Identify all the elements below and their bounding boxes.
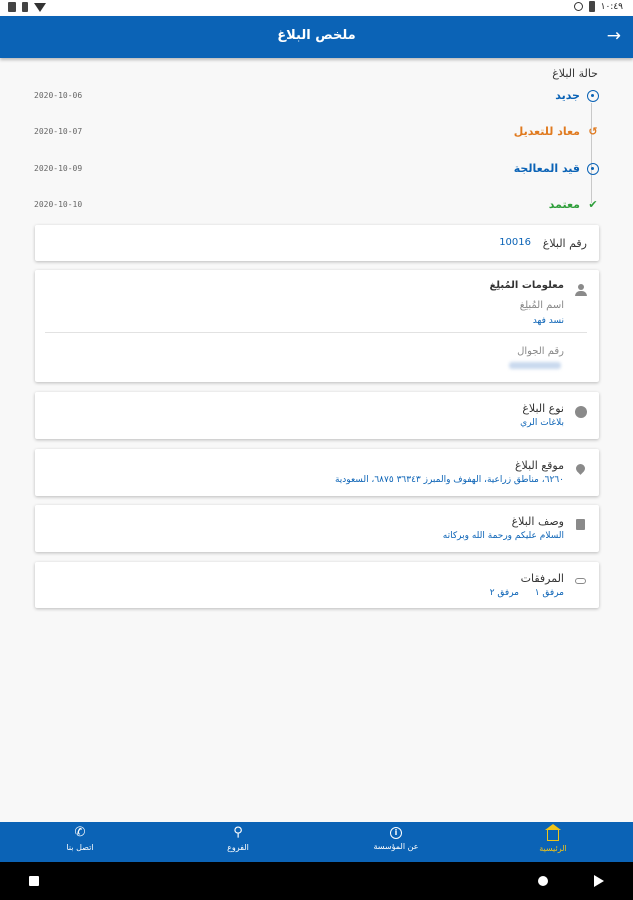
nav-about[interactable]: i عن المؤسسة xyxy=(356,826,436,851)
timeline-label: قيد المعالجة xyxy=(513,162,580,175)
reporter-name-value: نسد فهد xyxy=(532,316,564,326)
nav-branches[interactable]: ⚲ الفروع xyxy=(198,825,278,853)
undo-icon: ↺ xyxy=(588,125,598,138)
description-card: وصف البلاغ السلام عليكم ورحمة الله وبركا… xyxy=(35,505,599,552)
info-icon: i xyxy=(575,406,587,418)
report-type-card: i نوع البلاغ بلاغات الري xyxy=(35,392,599,439)
home-icon xyxy=(545,824,561,841)
recents-button[interactable] xyxy=(29,876,39,886)
timeline-date: 2020-10-10 xyxy=(34,200,83,209)
status-time: ١٠:٤٩ xyxy=(600,1,623,12)
notification-icon-2 xyxy=(22,2,28,12)
nav-contact[interactable]: ✆ اتصل بنا xyxy=(40,825,120,853)
paperclip-icon xyxy=(575,576,587,588)
document-icon xyxy=(575,519,587,531)
branches-icon: ⚲ xyxy=(233,825,243,840)
timeline-date: 2020-10-07 xyxy=(34,127,83,136)
report-number-label: رقم البلاغ xyxy=(542,237,587,250)
divider xyxy=(45,332,587,333)
phone-value-redacted xyxy=(509,362,561,369)
timeline-connector xyxy=(591,103,592,203)
description-value: السلام عليكم ورحمة الله وبركاته xyxy=(442,531,564,541)
timeline-date: 2020-10-09 xyxy=(34,164,83,173)
back-arrow-icon[interactable]: → xyxy=(607,26,621,46)
processing-icon xyxy=(587,163,599,175)
check-icon: ✔ xyxy=(588,198,598,211)
timeline-item-new: 2020-10-06 جديد xyxy=(34,89,599,107)
reporter-info-title: معلومات المُبلِغ xyxy=(489,280,564,291)
location-pin-icon xyxy=(574,462,587,475)
app-bar: ملخص البلاغ → xyxy=(0,16,633,58)
timeline-item-returned: 2020-10-07 ↺ معاد للتعديل xyxy=(34,125,599,143)
attachment-link-2[interactable]: مرفق ٢ xyxy=(490,588,519,598)
timeline-item-approved: 2020-10-10 ✔ معتمد xyxy=(34,198,599,216)
notification-icon xyxy=(8,2,16,12)
home-button[interactable] xyxy=(538,876,548,886)
phone-icon: ✆ xyxy=(74,825,86,840)
description-title: وصف البلاغ xyxy=(511,515,564,528)
nav-home[interactable]: الرئيسية xyxy=(513,824,593,853)
report-number-card: رقم البلاغ 10016 xyxy=(35,225,599,261)
nav-label: عن المؤسسة xyxy=(373,842,419,851)
timeline-label: جديد xyxy=(555,89,580,102)
attachment-link-1[interactable]: مرفق ١ xyxy=(535,588,564,598)
nav-label: اتصل بنا xyxy=(66,843,94,852)
nav-label: الرئيسية xyxy=(539,844,567,853)
location-value: ٦٢٦٠، مناطق زراعية، الهفوف والمبرز ٣٦٣٤٣… xyxy=(334,475,564,485)
location-card: موقع البلاغ ٦٢٦٠، مناطق زراعية، الهفوف و… xyxy=(35,449,599,496)
timeline-label: معاد للتعديل xyxy=(513,125,580,138)
attachments-card: المرفقات مرفق ١ مرفق ٢ xyxy=(35,562,599,608)
timeline-label: معتمد xyxy=(548,198,580,211)
nav-label: الفروع xyxy=(227,843,249,852)
report-number-value: 10016 xyxy=(499,237,531,248)
no-sim-icon xyxy=(573,2,583,11)
page-title: ملخص البلاغ xyxy=(277,28,356,43)
report-type-value: بلاغات الري xyxy=(520,418,564,428)
info-icon: i xyxy=(390,827,402,839)
report-type-title: نوع البلاغ xyxy=(522,402,564,415)
new-status-icon xyxy=(587,90,599,102)
location-title: موقع البلاغ xyxy=(514,459,564,472)
system-navigation-bar xyxy=(0,862,633,900)
bottom-navigation: الرئيسية i عن المؤسسة ⚲ الفروع ✆ اتصل بن… xyxy=(0,822,633,862)
system-status-bar: ١٠:٤٩ xyxy=(0,0,633,16)
status-heading: حالة البلاغ xyxy=(552,67,598,80)
reporter-name-label: اسم المُبلِغ xyxy=(519,300,564,311)
back-button[interactable] xyxy=(594,875,604,887)
timeline-date: 2020-10-06 xyxy=(34,91,83,100)
battery-icon xyxy=(588,1,595,12)
timeline-item-processing: 2020-10-09 قيد المعالجة xyxy=(34,162,599,180)
phone-label: رقم الجوال xyxy=(517,346,564,357)
attachments-title: المرفقات xyxy=(520,572,564,585)
reporter-info-card: معلومات المُبلِغ اسم المُبلِغ نسد فهد رق… xyxy=(35,270,599,382)
wifi-icon xyxy=(34,2,46,12)
person-icon xyxy=(575,284,587,296)
